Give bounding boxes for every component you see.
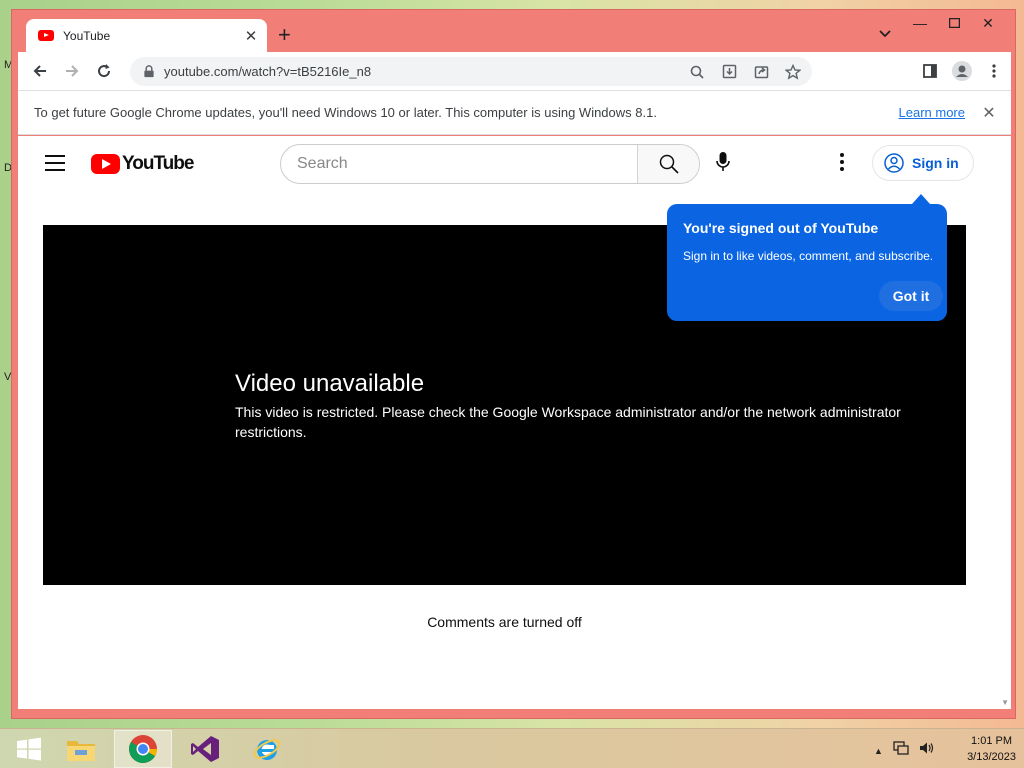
tooltip-title: You're signed out of YouTube	[683, 220, 879, 236]
update-infobar: To get future Google Chrome updates, you…	[18, 90, 1011, 135]
video-unavailable-reason: This video is restricted. Please check t…	[235, 404, 901, 440]
infobar-close-icon[interactable]: ✕	[981, 103, 997, 123]
youtube-page: YouTube Sign in Video unavailable This v…	[18, 136, 1011, 709]
title-bar[interactable]: YouTube ✕ + — ✕	[12, 10, 1015, 52]
volume-icon[interactable]	[919, 741, 935, 760]
signed-out-tooltip: You're signed out of YouTube Sign in to …	[667, 194, 947, 321]
comments-status: Comments are turned off	[427, 614, 582, 630]
search-button[interactable]	[637, 145, 699, 183]
infobar-message: To get future Google Chrome updates, you…	[34, 105, 657, 120]
system-tray: ▲	[874, 741, 935, 760]
search-input[interactable]	[281, 145, 637, 183]
file-explorer-icon[interactable]	[52, 730, 110, 768]
tab-search-chevron-icon[interactable]	[878, 27, 892, 41]
lock-icon[interactable]	[142, 65, 156, 78]
settings-more-icon[interactable]	[840, 153, 846, 174]
new-tab-icon[interactable]: +	[278, 24, 291, 46]
sign-in-button[interactable]: Sign in	[872, 145, 974, 181]
maximize-icon[interactable]	[937, 12, 971, 34]
youtube-logo[interactable]: YouTube	[91, 153, 194, 175]
reload-icon[interactable]	[94, 61, 114, 81]
search-box	[280, 144, 700, 184]
learn-more-link[interactable]: Learn more	[899, 105, 965, 120]
url-text[interactable]: youtube.com/watch?v=tB5216Ie_n8	[164, 64, 686, 79]
chrome-window: YouTube ✕ + — ✕ youtube.com/watch?v=tB52…	[11, 9, 1016, 719]
clock-time: 1:01 PM	[971, 735, 1013, 747]
visual-studio-icon[interactable]	[176, 730, 234, 768]
share-icon[interactable]	[750, 61, 772, 83]
zoom-search-icon[interactable]	[686, 61, 708, 83]
microphone-icon[interactable]	[716, 152, 730, 177]
tab-close-icon[interactable]: ✕	[239, 27, 263, 45]
address-bar[interactable]: youtube.com/watch?v=tB5216Ie_n8	[130, 57, 812, 86]
browser-toolbar: youtube.com/watch?v=tB5216Ie_n8	[18, 52, 1011, 90]
taskbar-clock[interactable]: 1:01 PM 3/13/2023	[967, 733, 1016, 765]
windows-taskbar: ▲ 1:01 PM 3/13/2023	[0, 728, 1024, 768]
youtube-logo-text: YouTube	[122, 153, 194, 174]
install-app-icon[interactable]	[718, 61, 740, 83]
side-panel-icon[interactable]	[920, 61, 940, 81]
scroll-down-arrow-icon[interactable]: ▼	[1001, 698, 1009, 707]
account-circle-icon	[884, 153, 904, 173]
bookmark-star-icon[interactable]	[782, 61, 804, 83]
minimize-icon[interactable]: —	[903, 12, 937, 34]
network-icon[interactable]	[893, 741, 909, 760]
youtube-play-logo-icon	[91, 154, 120, 174]
close-window-icon[interactable]: ✕	[971, 12, 1005, 34]
window-controls: — ✕	[903, 12, 1005, 34]
tooltip-body: Sign in to like videos, comment, and sub…	[683, 249, 934, 263]
chrome-icon[interactable]	[114, 730, 172, 768]
forward-icon[interactable]	[62, 61, 82, 81]
profile-avatar-icon[interactable]	[952, 61, 972, 81]
internet-explorer-icon[interactable]	[238, 730, 296, 768]
clock-date: 3/13/2023	[967, 751, 1016, 763]
show-hidden-icons-icon[interactable]: ▲	[874, 746, 883, 756]
search-icon	[659, 154, 679, 174]
back-icon[interactable]	[30, 61, 50, 81]
tab-youtube[interactable]: YouTube ✕	[26, 19, 267, 52]
windows-start-icon[interactable]	[0, 730, 58, 768]
got-it-button[interactable]: Got it	[879, 281, 943, 311]
guide-menu-icon[interactable]	[45, 155, 65, 176]
sign-in-label: Sign in	[912, 155, 959, 171]
youtube-favicon-icon	[38, 30, 54, 41]
video-unavailable-title: Video unavailable	[235, 370, 425, 397]
chrome-menu-icon[interactable]	[984, 61, 1004, 81]
tab-title: YouTube	[63, 28, 111, 43]
